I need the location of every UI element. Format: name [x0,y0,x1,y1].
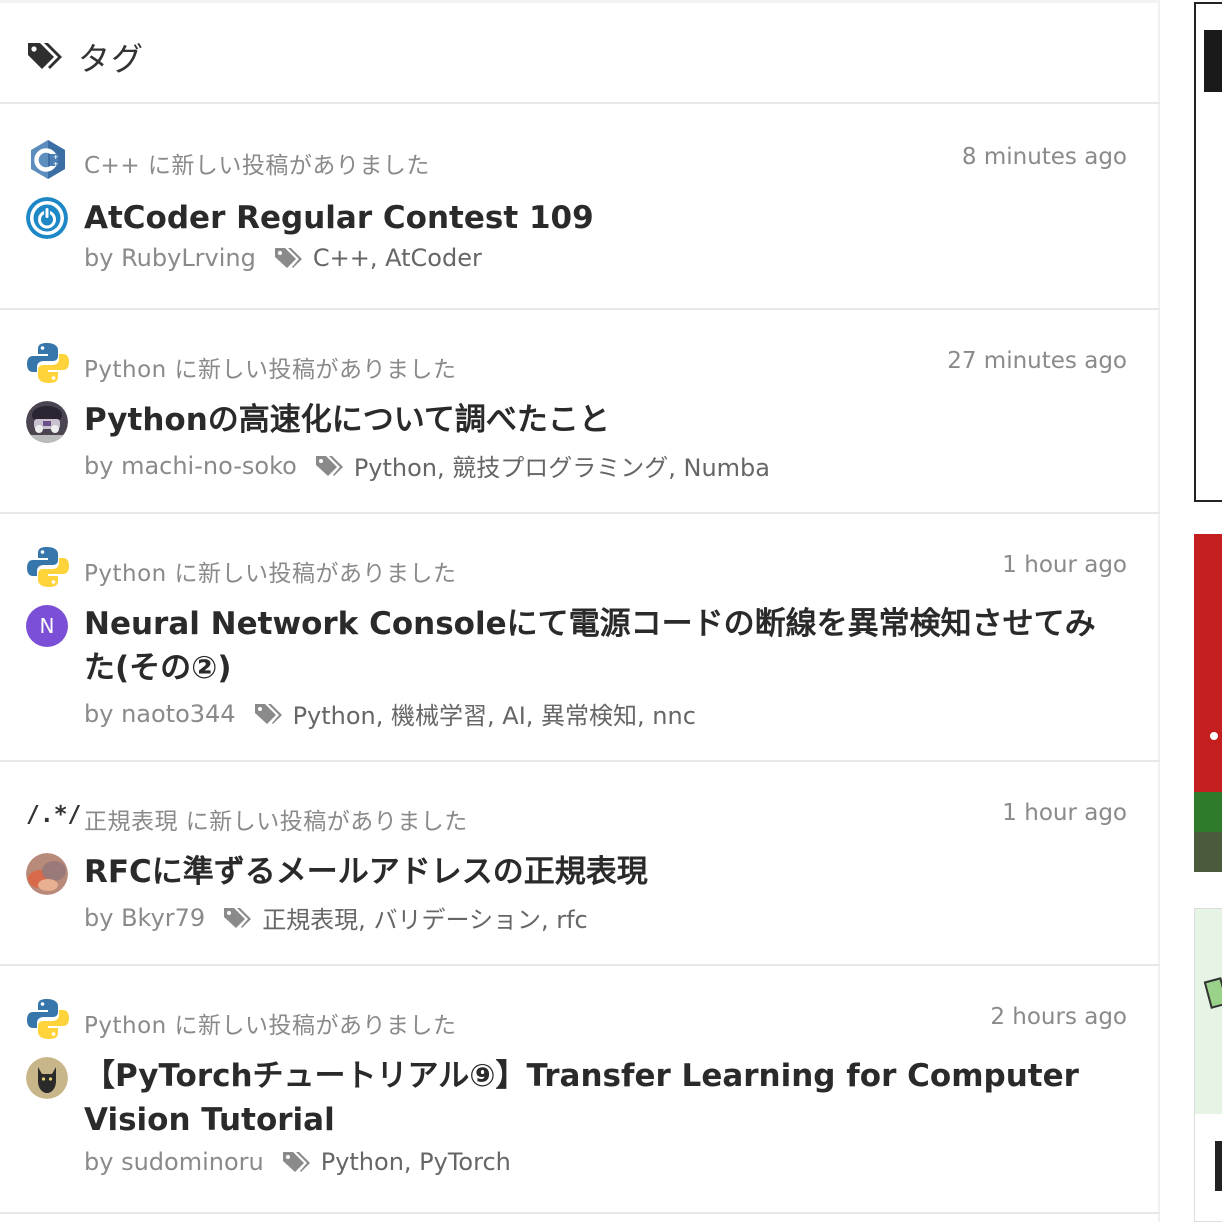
post-notice[interactable]: Python に新しい投稿がありました [84,554,457,588]
post-notice[interactable]: 正規表現 に新しい投稿がありました [84,802,468,836]
python-logo-icon[interactable] [26,546,70,588]
post-meta: by machi-no-soko Python, 競技プログラミング, Numb… [84,448,770,483]
power-button-icon [26,197,68,239]
post-tags[interactable]: 正規表現, バリデーション, rfc [262,900,588,935]
side-ad-image [1195,909,1222,1114]
post-notice[interactable]: Python に新しい投稿がありました [84,1006,457,1040]
post-title[interactable]: Pythonの高速化について調べたこと [84,398,1124,442]
post-author[interactable]: by Bkyr79 [84,904,205,932]
side-ad-dot [1210,732,1218,740]
post-meta: by sudominoru Python, PyTorch [84,1148,511,1176]
post-tags[interactable]: Python, 機械学習, AI, 異常検知, nnc [293,696,696,731]
author-avatar[interactable]: N [26,605,68,647]
post-title[interactable]: Neural Network Consoleにて電源コードの断線を異常検知させて… [84,602,1124,690]
side-ad-green-shape [1194,792,1222,832]
python-logo-icon[interactable] [26,342,70,384]
tag-feed-panel: タグ + + C++ に新しい投稿がありました 8 minutes ago At… [0,0,1160,1222]
side-ad-1[interactable] [1194,2,1222,502]
side-ad-2[interactable] [1194,534,1222,872]
robot-photo-avatar [26,401,68,443]
feed-item[interactable]: /.*/ 正規表現 に新しい投稿がありました 1 hour ago RFCに準ず… [0,762,1160,966]
post-author[interactable]: by sudominoru [84,1148,264,1176]
author-avatar[interactable] [26,1057,68,1099]
feed-header: タグ [0,4,1160,104]
post-tags[interactable]: Python, 競技プログラミング, Numba [354,448,770,483]
food-photo-avatar [26,853,68,895]
post-title[interactable]: 【PyTorchチュートリアル⑨】Transfer Learning for C… [84,1054,1124,1142]
author-avatar[interactable] [26,853,68,895]
tags-icon [224,907,252,928]
post-time: 2 hours ago [990,1004,1127,1030]
side-ad-image [1204,30,1222,92]
post-meta: by Bkyr79 正規表現, バリデーション, rfc [84,900,588,935]
post-tags[interactable]: Python, PyTorch [321,1148,511,1176]
post-title[interactable]: RFCに準ずるメールアドレスの正規表現 [84,850,1124,894]
post-tags[interactable]: C++, AtCoder [313,244,482,272]
tags-icon [28,43,62,69]
post-notice[interactable]: C++ に新しい投稿がありました [84,146,430,180]
page-title: タグ [78,40,145,78]
post-time: 27 minutes ago [947,348,1127,374]
post-meta: by RubyLrving C++, AtCoder [84,244,482,272]
feed-item[interactable]: Python に新しい投稿がありました 1 hour ago N Neural … [0,514,1160,762]
feed-item[interactable]: + + C++ に新しい投稿がありました 8 minutes ago AtCod… [0,104,1160,310]
svg-text:+: + [53,160,58,168]
post-time: 1 hour ago [1002,552,1127,578]
regex-topic-icon[interactable]: /.*/ [26,794,81,836]
tags-icon [274,248,302,268]
post-time: 8 minutes ago [961,144,1127,170]
post-time: 1 hour ago [1002,800,1127,826]
feed-item[interactable]: Python に新しい投稿がありました 27 minutes ago Pytho… [0,310,1160,514]
top-divider [0,0,1160,3]
tags-icon [282,1152,310,1172]
post-notice[interactable]: Python に新しい投稿がありました [84,350,457,384]
post-title[interactable]: AtCoder Regular Contest 109 [84,196,1124,240]
cat-photo-avatar [26,1057,68,1099]
author-avatar[interactable] [26,197,68,239]
side-ad-3[interactable] [1194,908,1222,1222]
python-logo-icon[interactable] [26,998,70,1040]
post-meta: by naoto344 Python, 機械学習, AI, 異常検知, nnc [84,696,696,731]
tags-icon [254,703,282,724]
feed-item[interactable]: Python に新しい投稿がありました 2 hours ago 【PyTorch… [0,966,1160,1214]
side-ad-footer [1194,832,1222,872]
side-ad-text [1215,1141,1222,1191]
author-avatar[interactable] [26,401,68,443]
post-author[interactable]: by naoto344 [84,700,236,728]
tags-icon [315,455,343,476]
post-author[interactable]: by RubyLrving [84,244,256,272]
post-author[interactable]: by machi-no-soko [84,452,297,480]
cpp-logo-icon[interactable]: + + [26,138,70,180]
